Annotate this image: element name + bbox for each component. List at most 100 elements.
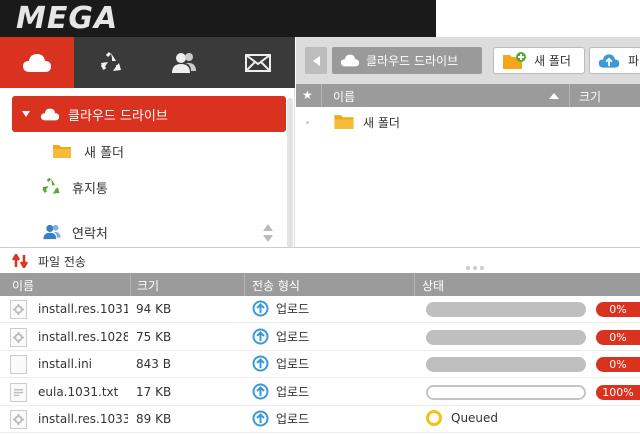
cloud-icon [340,54,360,67]
tree-item-new-folder[interactable]: 새 폴더 [52,140,124,162]
upload-icon [252,383,269,399]
transfer-type-label: 업로드 [276,357,310,371]
transfer-file-size: 17 KB [136,384,172,399]
queued-status: Queued [426,410,498,426]
file-manager: 클라우드 드라이브 새 폴더 파 ★ 이름 크기 새 폴더 [296,37,640,247]
transfer-type: 업로드 [252,410,309,427]
upload-button[interactable]: 파 [589,47,640,74]
transfer-arrows-icon [12,254,29,268]
column-separator [244,273,245,296]
upload-icon [252,328,269,344]
file-type-icon [10,300,27,319]
mega-logo[interactable]: MEGA [16,1,118,36]
envelope-icon [245,53,272,72]
transfer-type-label: 업로드 [276,412,310,426]
transfer-file-name: install.ini [38,357,93,371]
transfer-file-name: install.res.1028. [38,329,128,344]
transfer-row[interactable]: eula.1031.txt 17 KB 업로드 100% [0,379,640,406]
sort-ascending-icon[interactable] [549,93,559,99]
tree-item-label: 휴지통 [72,181,108,197]
folder-icon [53,145,71,158]
progress-bar [426,357,586,372]
transfer-file-size: 75 KB [136,329,172,344]
transfer-file-name: install.res.1031. [38,302,128,316]
new-folder-label: 새 폴더 [534,54,571,68]
file-row[interactable]: 새 폴더 [296,111,640,133]
tree-item-label: 새 폴더 [84,145,125,161]
upload-cloud-icon [598,53,620,68]
file-type-icon [10,382,27,402]
file-type-icon [10,410,27,429]
column-separator [130,273,131,296]
file-type-icon [10,327,27,347]
star-icon[interactable]: ★ [302,88,313,102]
upload-icon [252,355,269,372]
tree-item-label: 연락처 [72,226,108,242]
breadcrumb-label: 클라우드 드라이브 [366,54,459,68]
upload-label: 파 [628,54,640,68]
back-button[interactable] [305,47,327,74]
cloud-icon [40,108,60,120]
transfer-title: 파일 전송 [38,255,86,269]
transfer-row[interactable]: install.res.1031. 94 KB 업로드 0% [0,296,640,323]
progress-bar [426,329,586,345]
sort-updown-icon[interactable] [262,223,274,243]
transfer-type-label: 업로드 [276,384,310,399]
logo-area: MEGA [0,0,436,37]
transfer-row[interactable]: install.ini 843 B 업로드 0% [0,351,640,378]
transfer-file-name: eula.1031.txt [38,384,119,399]
transfer-file-size: 89 KB [136,412,172,426]
new-folder-button[interactable]: 새 폴더 [493,47,585,74]
column-separator [414,273,415,296]
row-star-placeholder[interactable] [306,121,309,124]
transfer-type: 업로드 [252,300,309,317]
transfer-type: 업로드 [252,328,309,345]
sidebar-tabs [0,37,295,88]
cloud-icon [22,53,51,72]
transfer-file-size: 94 KB [136,302,172,316]
tab-inbox[interactable] [221,37,295,88]
column-size[interactable]: 크기 [137,277,159,294]
queued-icon [426,410,442,426]
progress-percent: 0% [596,357,640,372]
sidebar-scrollbar[interactable] [287,98,293,248]
column-size[interactable]: 크기 [579,88,601,105]
progress-bar [426,302,586,317]
contacts-icon [43,224,61,240]
panel-resize-grip[interactable] [466,259,487,273]
transfer-type: 업로드 [252,383,309,400]
tab-cloud-drive[interactable] [0,37,74,88]
tree-item-contacts[interactable]: 연락처 [42,221,108,243]
column-status[interactable]: 상태 [422,277,444,294]
progress-percent: 0% [596,329,640,345]
tab-rubbish-bin[interactable] [74,37,148,88]
column-separator [569,84,570,107]
transfer-file-size: 843 B [136,357,171,371]
column-name[interactable]: 이름 [333,88,355,105]
top-bar: MEGA [0,0,640,37]
file-name: 새 폴더 [363,116,400,130]
column-type[interactable]: 전송 형식 [252,277,300,294]
progress-fill [428,386,584,398]
transfer-row[interactable]: install.res.1033. 89 KB 업로드 Queued [0,406,640,433]
file-type-icon [10,355,27,374]
folder-tree: 클라우드 드라이브 새 폴더 휴지통 연락처 [0,88,295,248]
transfer-file-name: install.res.1033. [38,412,128,426]
expand-caret-icon[interactable] [22,111,30,117]
file-list-header: ★ 이름 크기 [296,84,640,107]
column-name[interactable]: 이름 [12,277,34,294]
column-separator [321,84,322,107]
tree-item-trash[interactable]: 휴지통 [40,176,108,198]
new-folder-icon [503,51,526,69]
upload-icon [252,300,269,317]
contacts-icon [172,52,197,73]
folder-icon [334,115,354,129]
progress-percent: 100% [596,384,640,400]
upload-icon [252,410,269,427]
sidebar: 클라우드 드라이브 새 폴더 휴지통 연락처 [0,37,295,248]
tree-item-cloud-drive[interactable]: 클라우드 드라이브 [12,96,286,132]
breadcrumb[interactable]: 클라우드 드라이브 [332,47,482,74]
tab-contacts[interactable] [148,37,222,88]
transfer-type-label: 업로드 [276,302,310,316]
transfer-row[interactable]: install.res.1028. 75 KB 업로드 0% [0,324,640,351]
